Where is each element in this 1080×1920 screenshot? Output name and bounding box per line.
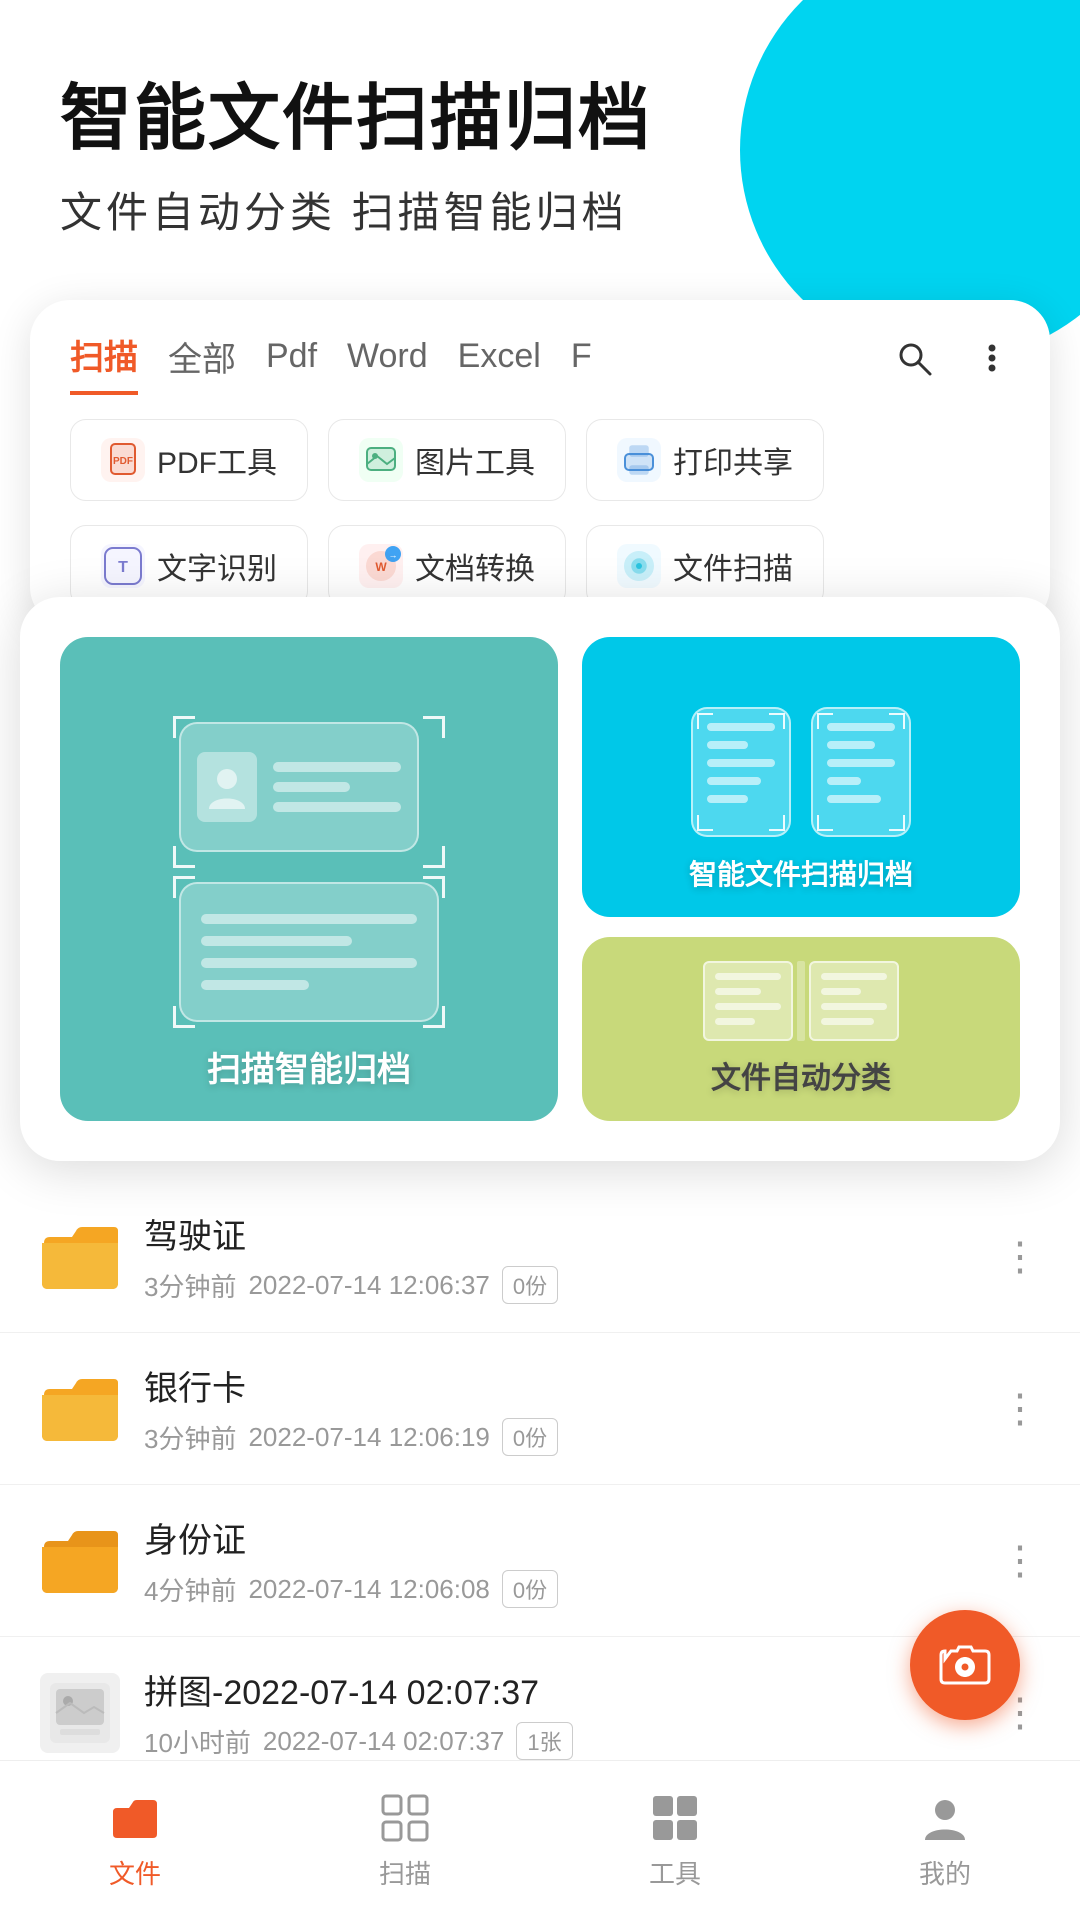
pdf-tool-button[interactable]: PDF PDF工具 (70, 419, 308, 501)
search-icon[interactable] (894, 338, 934, 388)
svg-text:T: T (118, 559, 128, 576)
tab-scan[interactable]: 扫描 (70, 330, 138, 395)
text-recognition-label: 文字识别 (157, 544, 277, 588)
folder-icon (40, 1223, 120, 1291)
file-name: 身份证 (144, 1513, 976, 1562)
tab-word[interactable]: Word (347, 337, 428, 388)
svg-text:W: W (375, 560, 387, 574)
file-name: 驾驶证 (144, 1209, 976, 1258)
file-name: 拼图-2022-07-14 02:07:37 (144, 1665, 976, 1714)
file-thumbnail (40, 1673, 120, 1753)
smart-scan-card[interactable]: 智能文件扫描归档 (582, 637, 1020, 917)
doc-convert-label: 文档转换 (415, 544, 535, 588)
smart-scan-label: 智能文件扫描归档 (689, 853, 913, 893)
feature-popup: 扫描智能归档 (20, 597, 1060, 1161)
svg-text:→: → (389, 550, 398, 560)
file-meta: 4分钟前 2022-07-14 12:06:08 0份 (144, 1570, 976, 1608)
main-card: 扫描 全部 Pdf Word Excel F PD (30, 300, 1050, 627)
file-item[interactable]: 驾驶证 3分钟前 2022-07-14 12:06:37 0份 ⋮ (0, 1181, 1080, 1333)
svg-text:PDF: PDF (113, 456, 133, 467)
nav-files[interactable]: 文件 (107, 1790, 163, 1891)
file-list: 驾驶证 3分钟前 2022-07-14 12:06:37 0份 ⋮ 银行卡 3分… (0, 1181, 1080, 1789)
file-info: 银行卡 3分钟前 2022-07-14 12:06:19 0份 (144, 1361, 976, 1456)
tabs-bar: 扫描 全部 Pdf Word Excel F (30, 300, 1050, 395)
nav-mine[interactable]: 我的 (917, 1790, 973, 1891)
file-nav-icon (107, 1790, 163, 1846)
doc-convert-button[interactable]: W → 文档转换 (328, 525, 566, 607)
tools-nav-icon (647, 1790, 703, 1846)
print-tool-label: 打印共享 (673, 438, 793, 482)
nav-scan[interactable]: 扫描 (377, 1790, 433, 1891)
file-meta: 3分钟前 2022-07-14 12:06:37 0份 (144, 1266, 976, 1304)
file-more-icon[interactable]: ⋮ (1000, 1386, 1040, 1432)
nav-tools[interactable]: 工具 (647, 1790, 703, 1891)
scan-archive-card[interactable]: 扫描智能归档 (60, 637, 558, 1121)
file-scan-label: 文件扫描 (673, 544, 793, 588)
tab-all[interactable]: 全部 (168, 332, 236, 393)
nav-files-label: 文件 (109, 1854, 161, 1891)
file-more-icon[interactable]: ⋮ (1000, 1234, 1040, 1280)
tab-excel[interactable]: Excel (458, 337, 541, 388)
bottom-nav: 文件 扫描 工具 (0, 1760, 1080, 1920)
auto-classify-card[interactable]: 文件自动分类 (582, 937, 1020, 1121)
file-item[interactable]: 银行卡 3分钟前 2022-07-14 12:06:19 0份 ⋮ (0, 1333, 1080, 1485)
tools-row-1: PDF PDF工具 图片工具 打印共享 (30, 395, 1050, 525)
header-title: 智能文件扫描归档 (60, 80, 1020, 159)
file-name: 银行卡 (144, 1361, 976, 1410)
nav-scan-label: 扫描 (379, 1854, 431, 1891)
feature-cards-right: 智能文件扫描归档 文件自动分类 (582, 637, 1020, 1121)
file-meta: 10小时前 2022-07-14 02:07:37 1张 (144, 1722, 976, 1760)
folder-icon (40, 1527, 120, 1595)
image-tool-button[interactable]: 图片工具 (328, 419, 566, 501)
file-info: 拼图-2022-07-14 02:07:37 10小时前 2022-07-14 … (144, 1665, 976, 1760)
auto-classify-label: 文件自动分类 (711, 1053, 891, 1097)
tab-pdf[interactable]: Pdf (266, 337, 317, 388)
file-scan-button[interactable]: 文件扫描 (586, 525, 824, 607)
header-subtitle: 文件自动分类 扫描智能归档 (60, 179, 1020, 240)
scan-nav-icon (377, 1790, 433, 1846)
text-recognition-button[interactable]: T 文字识别 (70, 525, 308, 607)
pdf-tool-label: PDF工具 (157, 438, 277, 482)
file-item[interactable]: 身份证 4分钟前 2022-07-14 12:06:08 0份 ⋮ (0, 1485, 1080, 1637)
file-more-icon[interactable]: ⋮ (1000, 1538, 1040, 1584)
mine-nav-icon (917, 1790, 973, 1846)
nav-tools-label: 工具 (649, 1854, 701, 1891)
print-tool-button[interactable]: 打印共享 (586, 419, 824, 501)
header: 智能文件扫描归档 文件自动分类 扫描智能归档 (0, 0, 1080, 280)
folder-icon (40, 1375, 120, 1443)
file-meta: 3分钟前 2022-07-14 12:06:19 0份 (144, 1418, 976, 1456)
file-info: 身份证 4分钟前 2022-07-14 12:06:08 0份 (144, 1513, 976, 1608)
more-icon[interactable] (974, 340, 1010, 386)
tab-f[interactable]: F (571, 337, 592, 388)
nav-mine-label: 我的 (919, 1854, 971, 1891)
image-tool-label: 图片工具 (415, 438, 535, 482)
file-info: 驾驶证 3分钟前 2022-07-14 12:06:37 0份 (144, 1209, 976, 1304)
scan-archive-label: 扫描智能归档 (207, 1042, 411, 1091)
camera-fab-button[interactable] (910, 1610, 1020, 1720)
